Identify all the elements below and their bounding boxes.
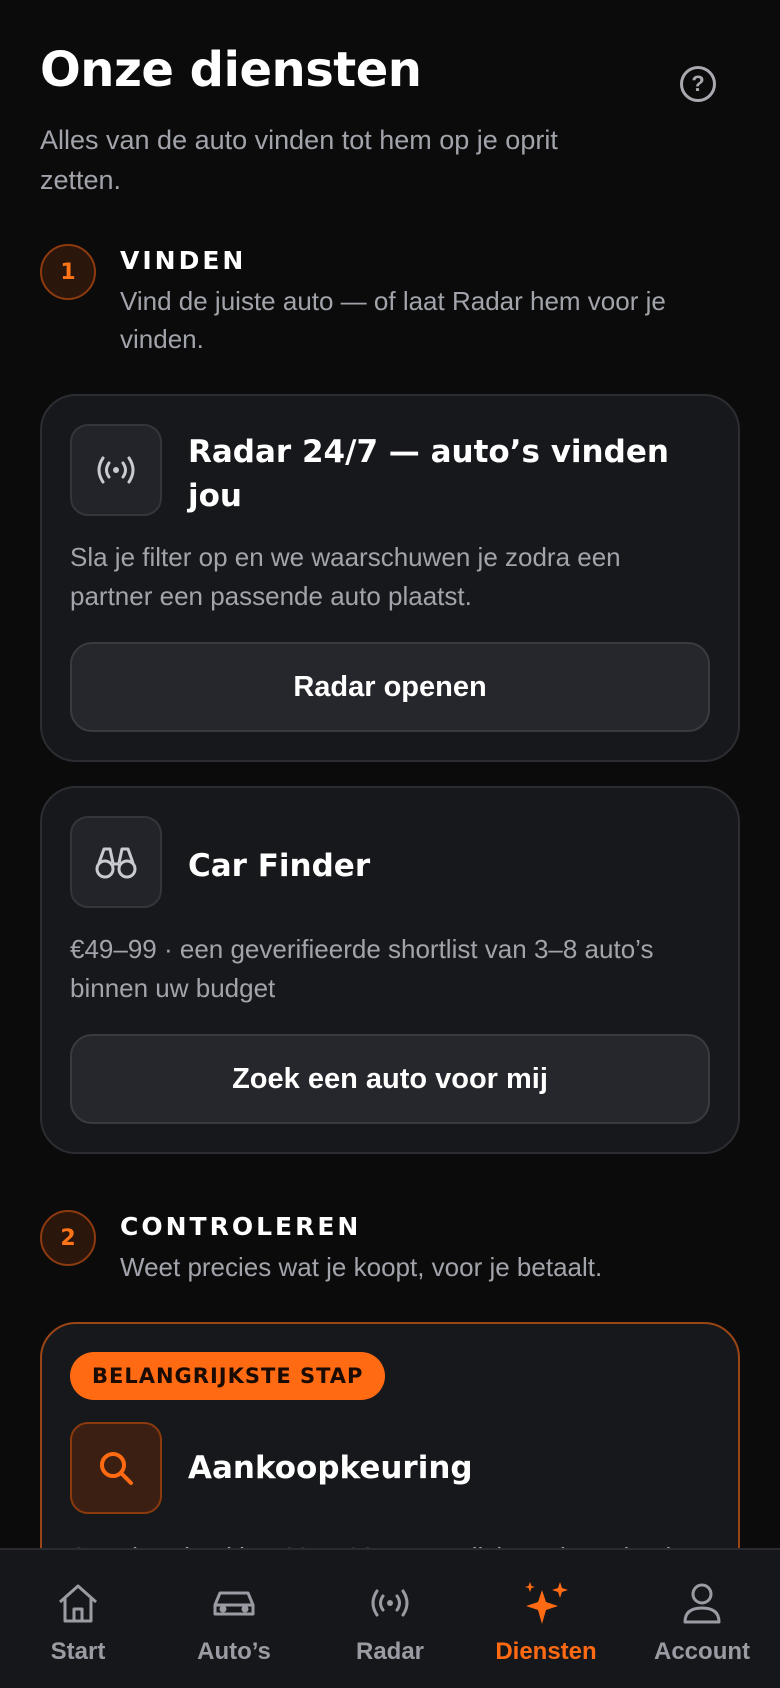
- search-icon: [70, 1422, 162, 1514]
- section-title: VINDEN: [120, 246, 247, 275]
- section-vinden-header: 1 VINDEN Vind de juiste auto — of laat R…: [40, 244, 740, 354]
- tab-diensten[interactable]: Diensten: [468, 1550, 624, 1688]
- page-title: Onze diensten: [40, 42, 422, 98]
- tab-label: Diensten: [495, 1638, 597, 1665]
- page-header: Onze diensten Alles van de auto vinden t…: [40, 40, 740, 200]
- section-description: Weet precies wat je koopt, voor je betaa…: [120, 1252, 603, 1282]
- card-description: Sla je filter op en we waarschuwen je zo…: [70, 542, 621, 611]
- tab-account[interactable]: Account: [624, 1550, 780, 1688]
- page-subtitle: Alles van de auto vinden tot hem op je o…: [40, 125, 558, 195]
- user-icon: [682, 1580, 722, 1626]
- section-title: CONTROLEREN: [120, 1212, 362, 1241]
- radar-signal-icon: [366, 1580, 414, 1626]
- tab-label: Radar: [355, 1638, 425, 1665]
- help-icon: ?: [691, 71, 705, 96]
- home-icon: [56, 1580, 100, 1626]
- tab-start[interactable]: Start: [0, 1550, 156, 1688]
- radar-open-button[interactable]: Radar openen: [70, 642, 710, 732]
- car-icon: [211, 1580, 257, 1626]
- binoculars-icon: [70, 816, 162, 908]
- tab-autos[interactable]: Auto’s: [156, 1550, 312, 1688]
- tab-label: Auto’s: [197, 1638, 271, 1665]
- card-title: Radar 24/7 — auto’s vinden jou: [188, 434, 669, 514]
- bottom-tab-bar: Start Auto’s Radar Diensten Account: [0, 1548, 780, 1688]
- find-car-button[interactable]: Zoek een auto voor mij: [70, 1034, 710, 1124]
- card-title: Aankoopkeuring: [188, 1450, 473, 1486]
- featured-badge: BELANGRIJKSTE STAP: [70, 1352, 386, 1400]
- car-finder-card: Car Finder €49–99 · een geverifieerde sh…: [40, 786, 740, 1154]
- section-description: Vind de juiste auto — of laat Radar hem …: [120, 286, 666, 354]
- sparkles-icon: [522, 1580, 570, 1626]
- step-number-badge: 1: [40, 244, 96, 300]
- step-number-badge: 2: [40, 1210, 96, 1266]
- tab-label: Start: [50, 1638, 106, 1665]
- tab-radar[interactable]: Radar: [312, 1550, 468, 1688]
- card-title: Car Finder: [188, 848, 371, 884]
- radar-service-card: Radar 24/7 — auto’s vinden jou Sla je fi…: [40, 394, 740, 762]
- radar-signal-icon: [70, 424, 162, 516]
- screen: Onze diensten Alles van de auto vinden t…: [0, 0, 780, 1688]
- section-controleren-header: 2 CONTROLEREN Weet precies wat je koopt,…: [40, 1210, 740, 1290]
- tab-label: Account: [654, 1638, 750, 1665]
- card-description: €49–99 · een geverifieerde shortlist van…: [70, 934, 654, 1003]
- help-button[interactable]: ?: [680, 66, 716, 102]
